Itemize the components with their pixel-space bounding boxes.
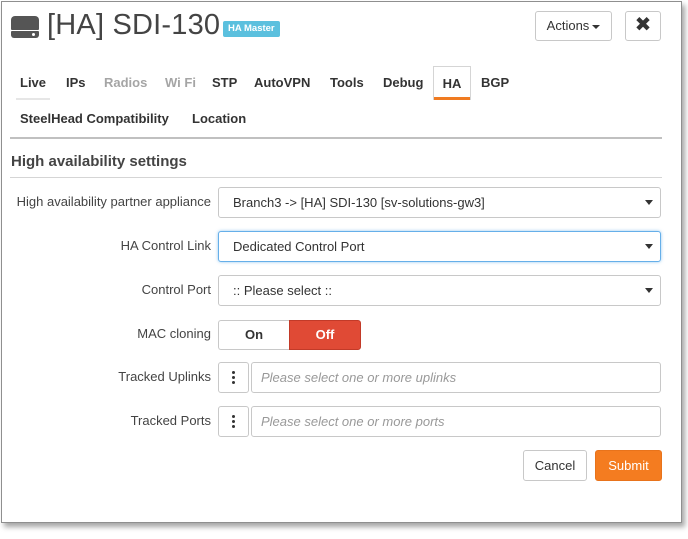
tab-ha[interactable]: HA — [433, 66, 471, 100]
control-port-select[interactable]: :: Please select :: — [218, 275, 661, 306]
page-title: [HA] SDI-130 — [47, 9, 221, 41]
submit-button[interactable]: Submit — [595, 450, 662, 481]
tab-stp[interactable]: STP — [202, 66, 247, 100]
ha-control-link-select[interactable]: Dedicated Control Port — [218, 231, 661, 262]
control-port-value: :: Please select :: — [233, 283, 332, 298]
actions-dropdown-button[interactable]: Actions — [535, 11, 612, 41]
tab-bgp[interactable]: BGP — [471, 66, 519, 100]
tab-location[interactable]: Location — [182, 102, 256, 136]
dialog-header: [HA] SDI-130 HA Master Actions ✖ — [2, 2, 681, 54]
close-button[interactable]: ✖ — [625, 11, 661, 41]
tracked-ports-label: Tracked Ports — [130, 413, 211, 428]
tracked-ports-menu-button[interactable] — [218, 406, 249, 437]
partner-appliance-select[interactable]: Branch3 -> [HA] SDI-130 [sv-solutions-gw… — [218, 187, 661, 218]
partner-appliance-label: High availability partner appliance — [16, 194, 211, 209]
mac-cloning-on-button[interactable]: On — [218, 320, 289, 350]
tracked-uplinks-menu-button[interactable] — [218, 362, 249, 393]
tracked-uplinks-input[interactable] — [261, 370, 651, 385]
dropdown-arrow-icon — [645, 200, 653, 205]
ha-control-link-value: Dedicated Control Port — [233, 239, 365, 254]
dropdown-arrow-icon — [645, 288, 653, 293]
tab-radios: Radios — [104, 75, 148, 90]
tracked-ports-field[interactable] — [251, 406, 661, 437]
tracked-uplinks-label: Tracked Uplinks — [118, 369, 211, 384]
tab-tools[interactable]: Tools — [320, 66, 374, 100]
mac-cloning-toggle: On Off — [218, 320, 361, 350]
mac-cloning-off-button[interactable]: Off — [289, 320, 361, 350]
tab-steelhead-compatibility[interactable]: SteelHead Compatibility — [10, 102, 179, 136]
device-icon — [11, 16, 39, 38]
close-icon: ✖ — [634, 14, 652, 36]
section-divider — [10, 177, 662, 178]
mac-cloning-label: MAC cloning — [137, 326, 211, 341]
control-port-label: Control Port — [141, 282, 211, 297]
tracked-ports-input[interactable] — [261, 414, 651, 429]
dialog-window: [HA] SDI-130 HA Master Actions ✖ Live IP… — [1, 1, 682, 523]
tab-debug[interactable]: Debug — [373, 66, 433, 100]
cancel-button[interactable]: Cancel — [523, 450, 587, 481]
caret-down-icon — [592, 24, 601, 29]
ha-master-badge: HA Master — [223, 21, 280, 37]
partner-appliance-value: Branch3 -> [HA] SDI-130 [sv-solutions-gw… — [233, 195, 485, 210]
section-title: High availability settings — [11, 153, 187, 170]
ha-control-link-label: HA Control Link — [120, 238, 211, 253]
tabs-divider — [10, 137, 662, 139]
tab-wifi: Wi Fi — [165, 75, 196, 90]
tab-autovpn[interactable]: AutoVPN — [244, 66, 320, 100]
actions-label: Actions — [546, 18, 590, 33]
dropdown-arrow-icon — [645, 244, 653, 249]
tab-live[interactable]: Live — [10, 66, 56, 100]
tab-ips[interactable]: IPs — [56, 66, 96, 100]
tracked-uplinks-field[interactable] — [251, 362, 661, 393]
